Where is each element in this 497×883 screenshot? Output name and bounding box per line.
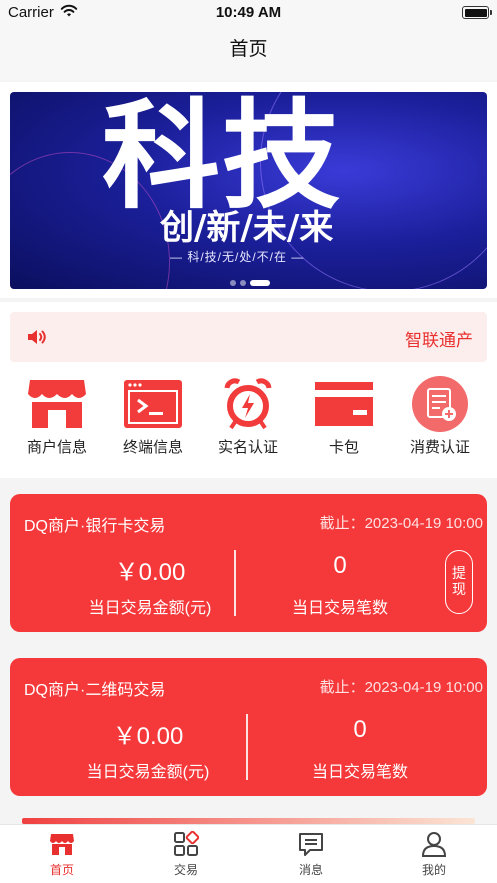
- banner-carousel[interactable]: 科技 创/新/未/来 — 科/技/无/处/不/在 —: [10, 92, 487, 289]
- storefront-icon: [26, 376, 88, 432]
- speaker-icon: [26, 328, 48, 351]
- card-divider: [246, 714, 248, 780]
- card-cutoff-date: 截止：2023-04-19 10:00: [319, 515, 483, 532]
- tab-label: 首页: [49, 863, 74, 877]
- carousel-dot-active[interactable]: [250, 279, 270, 286]
- user-icon: [421, 831, 447, 857]
- daily-amount-label: 当日交易金额(元): [86, 764, 210, 781]
- battery-icon: [462, 6, 492, 19]
- page-title: 首页: [229, 39, 268, 60]
- menu-item-label: 终端信息: [122, 439, 183, 456]
- daily-amount: ￥0.00: [114, 559, 186, 586]
- nav-bar: 首页: [0, 26, 497, 80]
- tab-label: 消息: [298, 863, 323, 877]
- daily-count-label: 当日交易笔数: [291, 600, 388, 617]
- notice-text: 智联通产: [405, 331, 473, 350]
- menu-item-merchant-info[interactable]: 商户信息: [9, 376, 105, 457]
- clock: 10:49 AM: [215, 4, 282, 21]
- bank-card-transaction-card[interactable]: DQ商户·银行卡交易 截止：2023-04-19 10:00 ￥0.00 当日交…: [10, 494, 487, 632]
- tab-label: 交易: [173, 863, 198, 877]
- carousel-indicator[interactable]: [230, 274, 274, 289]
- daily-amount-label: 当日交易金额(元): [88, 600, 212, 617]
- menu-item-terminal-info[interactable]: 终端信息: [105, 376, 201, 457]
- menu-item-card-wallet[interactable]: 卡包: [296, 376, 392, 457]
- tab-transactions[interactable]: 交易: [146, 830, 226, 878]
- daily-count: 0: [333, 552, 347, 579]
- menu-item-consumer-auth[interactable]: 消费认证: [392, 376, 488, 457]
- menu-item-label: 卡包: [328, 439, 359, 456]
- carousel-dot[interactable]: [240, 279, 246, 286]
- tab-bar: 首页 交易 消息 我的: [0, 824, 497, 883]
- status-bar: Carrier 10:49 AM: [0, 0, 497, 26]
- quick-menu-section: 智联通产 商户信息 终端信息 实名认证 卡包 消费认证: [0, 302, 497, 478]
- card-title: DQ商户·银行卡交易: [24, 518, 166, 535]
- quick-menu: 商户信息 终端信息 实名认证 卡包 消费认证: [0, 376, 497, 466]
- daily-amount: ￥0.00: [112, 723, 184, 750]
- grid-icon: [173, 830, 200, 857]
- message-icon: [298, 831, 324, 857]
- menu-item-real-name-auth[interactable]: 实名认证: [200, 376, 296, 457]
- card-divider: [234, 550, 236, 616]
- alarm-clock-icon: [217, 376, 279, 432]
- card-icon: [313, 376, 375, 432]
- banner-section: 科技 创/新/未/来 — 科/技/无/处/不/在 —: [0, 82, 497, 298]
- menu-item-label: 商户信息: [26, 439, 87, 456]
- withdraw-button[interactable]: 提现: [445, 550, 473, 614]
- daily-count: 0: [353, 716, 367, 743]
- card-cutoff-date: 截止：2023-04-19 10:00: [319, 679, 483, 696]
- tab-label: 我的: [421, 863, 446, 877]
- menu-item-label: 消费认证: [409, 439, 470, 456]
- home-store-icon: [49, 831, 75, 857]
- menu-item-label: 实名认证: [217, 439, 278, 456]
- terminal-icon: [122, 376, 184, 432]
- tab-messages[interactable]: 消息: [271, 831, 351, 878]
- banner-subtitle: — 科/技/无/处/不/在 —: [170, 250, 305, 264]
- document-add-icon: [409, 376, 471, 432]
- carousel-dot[interactable]: [230, 279, 236, 286]
- tab-home[interactable]: 首页: [22, 831, 102, 878]
- notice-bar[interactable]: 智联通产: [10, 312, 487, 362]
- qr-code-transaction-card[interactable]: DQ商户·二维码交易 截止：2023-04-19 10:00 ￥0.00 当日交…: [10, 658, 487, 796]
- banner-slogan: 创/新/未/来: [160, 208, 334, 248]
- tab-profile[interactable]: 我的: [394, 831, 474, 878]
- card-title: DQ商户·二维码交易: [24, 682, 166, 699]
- daily-count-label: 当日交易笔数: [311, 764, 408, 781]
